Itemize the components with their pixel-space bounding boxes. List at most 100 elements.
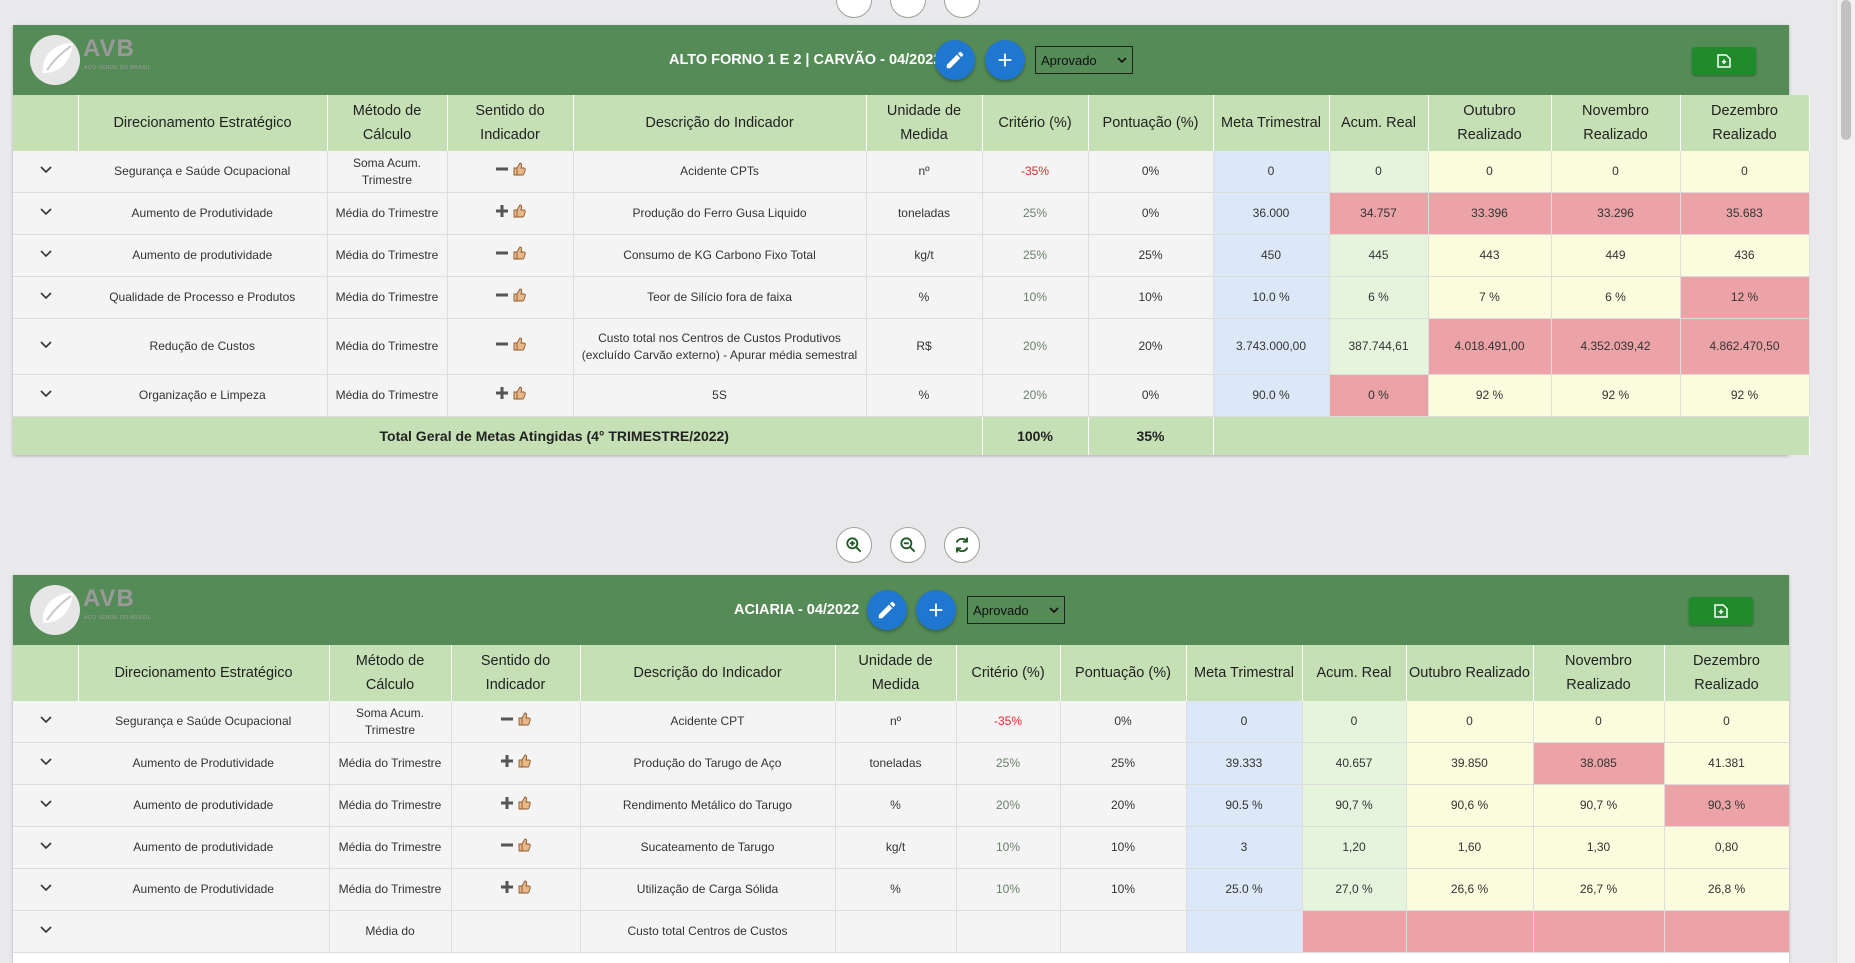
direction-indicator xyxy=(500,880,531,894)
october-cell: 1,60 xyxy=(1406,826,1534,869)
table-row[interactable]: Segurança e Saúde Ocupacional Soma Acum. … xyxy=(13,151,1810,193)
plus-icon xyxy=(929,603,943,617)
refresh-button[interactable] xyxy=(944,527,980,563)
expand-row-cell[interactable] xyxy=(13,742,78,785)
chevron-down-icon[interactable] xyxy=(39,838,53,852)
edit-button[interactable] xyxy=(935,40,975,80)
zoom-in-button[interactable] xyxy=(836,527,872,563)
calculation-method-cell: Média do Trimestre xyxy=(329,826,452,869)
indicator-direction-cell xyxy=(451,784,581,827)
export-button[interactable] xyxy=(1692,47,1756,75)
criterion-cell: -35% xyxy=(982,151,1089,193)
unit-cell: % xyxy=(835,784,957,827)
refresh-button[interactable] xyxy=(944,0,980,18)
thumbs-up-icon xyxy=(518,712,531,726)
chevron-down-icon[interactable] xyxy=(39,880,53,894)
expand-row-cell[interactable] xyxy=(13,826,78,869)
chevron-down-icon[interactable] xyxy=(39,162,53,176)
table-row[interactable]: Aumento de Produtividade Média do Trimest… xyxy=(13,192,1810,235)
expand-row-cell[interactable] xyxy=(13,784,78,827)
december-cell: 35.683 xyxy=(1680,192,1810,235)
chevron-down-icon[interactable] xyxy=(39,288,53,302)
column-header: Descrição do Indicador xyxy=(580,645,836,701)
table-row[interactable]: Redução de Custos Média do Trimestre Custo… xyxy=(13,318,1810,375)
column-header: Pontuação (%) xyxy=(1088,95,1214,151)
plus-sign-icon xyxy=(495,387,508,399)
strategic-direction-cell: Redução de Custos xyxy=(78,318,328,375)
column-header: Direcionamento Estratégico xyxy=(78,645,330,701)
unit-cell xyxy=(835,910,957,953)
quarterly-target-cell: 0 xyxy=(1213,151,1330,193)
chevron-down-icon[interactable] xyxy=(39,922,53,936)
november-cell: 92 % xyxy=(1551,374,1681,417)
table-row[interactable]: Segurança e Saúde Ocupacional Soma Acum. … xyxy=(13,701,1789,743)
table-row[interactable]: Aumento de produtividade Média do Trimest… xyxy=(13,234,1810,277)
quarterly-target-cell xyxy=(1186,910,1303,953)
expand-row-cell[interactable] xyxy=(13,868,78,911)
expand-row-cell[interactable] xyxy=(13,910,78,953)
page-scrollbar[interactable] xyxy=(1836,0,1855,963)
table-row[interactable]: Aumento de produtividade Média do Trimest… xyxy=(13,784,1789,827)
column-header: Método de Cálculo xyxy=(327,95,448,151)
zoom-out-button[interactable] xyxy=(890,0,926,18)
indicator-direction-cell xyxy=(447,318,574,375)
indicator-description-cell: Produção do Tarugo de Aço xyxy=(580,742,836,785)
strategic-direction-cell: Aumento de Produtividade xyxy=(78,868,330,911)
december-cell: 0 xyxy=(1680,151,1810,193)
add-button[interactable] xyxy=(985,40,1025,80)
expand-row-cell[interactable] xyxy=(13,374,78,417)
accumulated-real-cell: 90,7 % xyxy=(1302,784,1407,827)
strategic-direction-cell xyxy=(78,910,330,953)
panel-title: ACIARIA - 04/2022 xyxy=(734,602,860,618)
table-row[interactable]: Aumento de produtividade Média do Trimest… xyxy=(13,826,1789,869)
chevron-down-icon[interactable] xyxy=(39,337,53,351)
thumbs-up-icon xyxy=(518,754,531,768)
table-row[interactable]: Organização e Limpeza Média do Trimestre 5… xyxy=(13,374,1810,417)
chevron-down-icon[interactable] xyxy=(39,204,53,218)
add-button[interactable] xyxy=(916,590,956,630)
strategic-direction-cell: Qualidade de Processo e Produtos xyxy=(78,276,328,319)
calculation-method-cell: Média do Trimestre xyxy=(327,276,448,319)
december-cell: 92 % xyxy=(1680,374,1810,417)
scrollbar-thumb[interactable] xyxy=(1841,0,1851,140)
expand-row-cell[interactable] xyxy=(13,192,78,235)
zoom-in-button[interactable] xyxy=(836,0,872,18)
strategic-direction-cell: Aumento de Produtividade xyxy=(78,192,328,235)
calculation-method-cell: Soma Acum. Trimestre xyxy=(327,151,448,193)
december-cell: 41.381 xyxy=(1664,742,1789,785)
pencil-icon xyxy=(946,51,964,69)
refresh-icon xyxy=(955,537,969,553)
table-row[interactable]: Qualidade de Processo e Produtos Média do… xyxy=(13,276,1810,319)
column-header: Unidade de Medida xyxy=(866,95,983,151)
november-cell: 1,30 xyxy=(1533,826,1665,869)
chevron-down-icon[interactable] xyxy=(39,712,53,726)
expand-row-cell[interactable] xyxy=(13,276,78,319)
indicator-description-cell: Teor de Silício fora de faixa xyxy=(573,276,867,319)
expand-row-cell[interactable] xyxy=(13,234,78,277)
chevron-down-icon[interactable] xyxy=(39,754,53,768)
status-select[interactable]: Aprovado xyxy=(1035,46,1133,74)
export-button[interactable] xyxy=(1689,597,1753,625)
direction-indicator xyxy=(495,337,526,351)
chevron-down-icon[interactable] xyxy=(39,246,53,260)
expand-row-cell[interactable] xyxy=(13,318,78,375)
chevron-down-icon[interactable] xyxy=(39,386,53,400)
status-select[interactable]: Aprovado xyxy=(967,596,1065,624)
indicators-table: Direcionamento Estratégico Método de Cálc… xyxy=(13,95,1810,455)
edit-button[interactable] xyxy=(867,590,907,630)
october-cell xyxy=(1406,910,1534,953)
column-header: Dezembro Realizado xyxy=(1664,645,1789,701)
chevron-down-icon[interactable] xyxy=(39,796,53,810)
quarterly-target-cell: 36.000 xyxy=(1213,192,1330,235)
column-header: Critério (%) xyxy=(982,95,1089,151)
table-row[interactable]: Aumento de Produtividade Média do Trimest… xyxy=(13,868,1789,911)
table-row[interactable]: Média do Custo total Centros de Custos xyxy=(13,910,1789,953)
table-row[interactable]: Aumento de Produtividade Média do Trimest… xyxy=(13,742,1789,785)
december-cell: 12 % xyxy=(1680,276,1810,319)
direction-indicator xyxy=(500,838,531,852)
october-cell: 39.850 xyxy=(1406,742,1534,785)
direction-indicator xyxy=(500,754,531,768)
expand-row-cell[interactable] xyxy=(13,151,78,193)
expand-row-cell[interactable] xyxy=(13,701,78,743)
zoom-out-button[interactable] xyxy=(890,527,926,563)
